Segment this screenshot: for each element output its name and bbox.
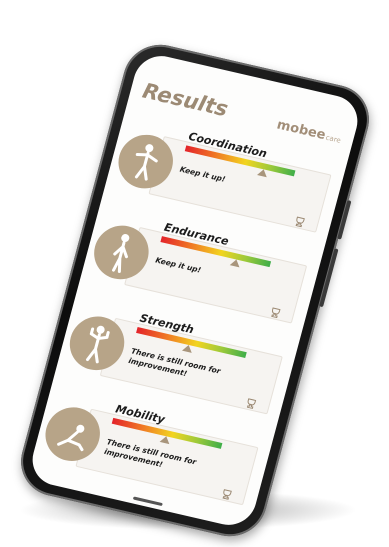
power-button [319,248,339,308]
logo-sub-text: care [324,133,342,145]
volume-button [337,199,352,240]
speaker-slot [132,496,163,507]
phone-device: Results mobeecare Coordination Keep it u… [12,37,378,544]
page-title: Results [140,78,231,122]
logo-main-text: mobee [275,117,328,144]
app-screen: Results mobeecare Coordination Keep it u… [26,50,364,531]
mobee-care-logo: mobeecare [275,117,343,146]
